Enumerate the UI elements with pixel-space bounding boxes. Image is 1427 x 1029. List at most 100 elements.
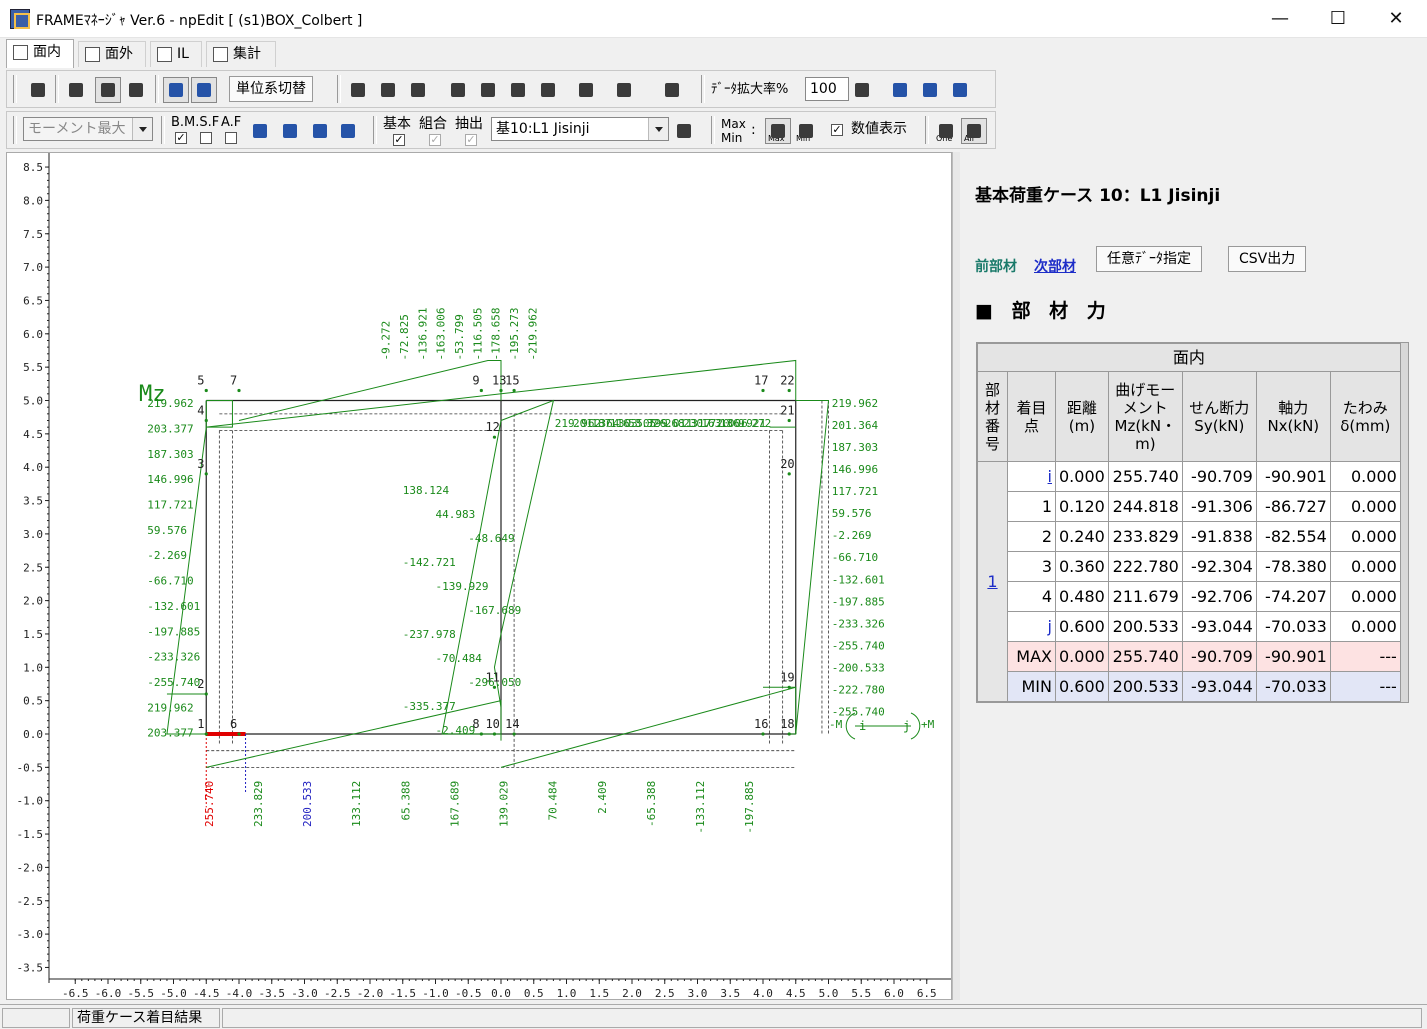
x-tick-label: -0.5 — [455, 987, 482, 999]
table-row: 1 0.120 244.818 -91.306 -86.727 0.000 — [978, 491, 1401, 522]
y-tick-label: -1.5 — [17, 828, 44, 841]
value-label: -167.689 — [468, 604, 521, 617]
zoom-input[interactable]: 100 — [805, 77, 849, 101]
help-icon[interactable] — [659, 77, 685, 103]
frame-icon[interactable] — [191, 77, 217, 103]
zoom-spin-icon[interactable] — [849, 77, 873, 103]
point-link[interactable]: i — [1048, 467, 1052, 486]
y-tick-label: 8.5 — [23, 161, 43, 174]
point-link[interactable]: j — [1048, 617, 1052, 636]
deflection-cell: 0.000 — [1329, 461, 1401, 492]
min-icon[interactable]: Min — [793, 118, 819, 144]
all-members-icon[interactable]: All — [961, 118, 987, 144]
kumiai-checkbox[interactable]: ✓ — [429, 134, 441, 146]
kihon-checkbox[interactable]: ✓ — [393, 134, 405, 146]
panel-splitter[interactable] — [952, 152, 960, 1000]
case-spin-icon[interactable] — [671, 118, 693, 144]
previous-case-icon[interactable] — [247, 118, 273, 144]
image-icon[interactable] — [535, 77, 561, 103]
force-select[interactable]: モーメント最大 — [23, 117, 153, 141]
bm-checkbox[interactable]: ✓ — [175, 132, 187, 144]
node-dot — [237, 388, 241, 393]
all-sub: All — [964, 134, 974, 143]
refresh-icon[interactable] — [345, 77, 371, 103]
min-label: Min — [721, 131, 743, 145]
node-label: 22 — [780, 373, 794, 387]
node-label: 5 — [197, 373, 204, 387]
member-link[interactable]: 1 — [987, 572, 997, 591]
moment-line — [238, 359, 502, 421]
axis-icon[interactable] — [163, 77, 189, 103]
node-label: 17 — [754, 373, 768, 387]
reset-icon[interactable] — [277, 118, 303, 144]
shear-cell: -90.709 — [1181, 461, 1257, 492]
tab-il[interactable]: IL — [150, 41, 202, 67]
view-table-icon[interactable] — [123, 77, 149, 103]
tab-summary[interactable]: 集計 — [206, 41, 276, 67]
printer-icon[interactable] — [63, 77, 89, 103]
y-tick-label: 0.0 — [23, 728, 43, 741]
value-label: -222.780 — [832, 683, 885, 696]
result-panel: 基本荷重ケース 10：L1 Jisinji 前部材 次部材 任意ﾃﾞｰﾀ指定 C… — [960, 152, 1422, 1000]
max-icon[interactable]: Max — [765, 118, 791, 144]
minimize-button[interactable]: — — [1251, 0, 1309, 38]
zoom-out-icon[interactable] — [947, 77, 973, 103]
csv-output-button[interactable]: CSV出力 — [1228, 246, 1307, 272]
node-label: 9 — [472, 373, 479, 387]
y-tick-label: 2.5 — [23, 561, 43, 574]
node-label: 16 — [754, 717, 768, 731]
node-dot — [479, 732, 483, 736]
stop-icon[interactable] — [25, 77, 51, 103]
status-bar: 荷重ケース着目結果 — [0, 1004, 1427, 1029]
zoom-fit-icon[interactable] — [917, 77, 943, 103]
link-icon[interactable] — [505, 77, 531, 103]
moment-diagram-canvas[interactable]: 8.5 8.0 7.5 7.0 6.5 6.0 5.5 5.0 4.5 4.0 3.5 3.0 2.5 2… — [6, 152, 952, 1000]
document-icon[interactable] — [475, 77, 501, 103]
upper-icon[interactable] — [307, 118, 333, 144]
one-member-icon[interactable]: One — [933, 118, 959, 144]
moment-line — [789, 400, 830, 735]
arbitrary-data-button[interactable]: 任意ﾃﾞｰﾀ指定 — [1096, 246, 1202, 272]
maximize-button[interactable]: ☐ — [1309, 0, 1367, 38]
sf-checkbox[interactable] — [200, 132, 212, 144]
load-case-select[interactable]: 基10:L1 Jisinji — [491, 117, 669, 141]
x-tick-label: -5.5 — [128, 987, 155, 999]
numeric-display-checkbox[interactable]: ✓ — [831, 124, 843, 136]
node-dot — [204, 472, 208, 476]
value-label: 70.484 — [547, 780, 560, 820]
edit-icon[interactable] — [405, 77, 431, 103]
zoom-in-icon[interactable] — [887, 77, 913, 103]
value-label: -132.601 — [832, 573, 885, 586]
lower-icon[interactable] — [335, 118, 361, 144]
view-frame-icon[interactable] — [95, 77, 121, 103]
min-label: MIN — [1007, 671, 1056, 702]
export-icon[interactable] — [375, 77, 401, 103]
unit-switch-button[interactable]: 単位系切替 — [229, 76, 313, 102]
af-checkbox[interactable] — [225, 132, 237, 144]
group-header: 面内 — [977, 343, 1401, 372]
x-tick-label: -2.0 — [357, 987, 384, 999]
chushutsu-checkbox[interactable]: ✓ — [465, 134, 477, 146]
y-tick-label: -2.5 — [17, 895, 44, 908]
col-point: 着目点 — [1007, 371, 1056, 462]
node-label: 14 — [505, 717, 519, 731]
sign-j: j — [903, 719, 910, 733]
tab-outplane[interactable]: 面外 — [78, 41, 146, 67]
next-member-link[interactable]: 次部材 — [1034, 256, 1076, 276]
binoculars-icon[interactable] — [573, 77, 599, 103]
max-label: MAX — [1007, 641, 1056, 672]
maxmin-colon: : — [751, 122, 756, 138]
x-tick-label: -6.5 — [62, 987, 89, 999]
table-row: 3 0.360 222.780 -92.304 -78.380 0.000 — [978, 551, 1401, 582]
gear-icon[interactable] — [611, 77, 637, 103]
node-dot — [204, 418, 208, 423]
tab-inplane[interactable]: 面内 — [6, 39, 74, 68]
data-icon[interactable] — [445, 77, 471, 103]
value-label: -53.799 — [453, 314, 466, 360]
node-dot — [204, 388, 208, 393]
close-button[interactable]: ✕ — [1367, 0, 1425, 38]
value-label: 187.303 — [147, 448, 193, 461]
value-label: -48.649 — [468, 532, 514, 545]
previous-member-link[interactable]: 前部材 — [975, 256, 1017, 276]
title-bar: FRAMEﾏﾈｰｼﾞｬ Ver.6 - npEdit [ (s1)BOX_Col… — [0, 0, 1427, 38]
